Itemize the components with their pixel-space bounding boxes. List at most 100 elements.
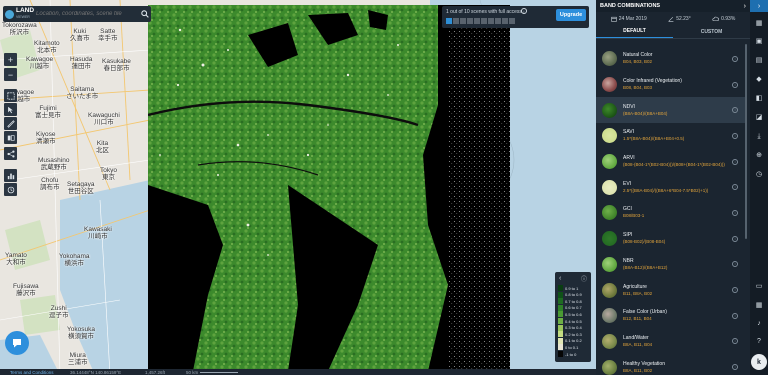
scene-dot[interactable] (488, 18, 494, 24)
terms-link[interactable]: Terms and Conditions (10, 370, 54, 375)
info-icon[interactable]: i (732, 55, 738, 62)
timer-icon[interactable]: ◷ (755, 171, 763, 179)
notification-icon[interactable]: ♪ (755, 320, 763, 328)
collapse-panel-icon[interactable]: › (744, 3, 746, 10)
info-icon[interactable]: i (732, 312, 738, 319)
band-item[interactable]: Agriculture B11, B8A, B02 i (596, 277, 746, 303)
info-icon[interactable]: i (732, 287, 738, 294)
adjust-icon[interactable]: ◧ (755, 95, 763, 103)
band-formula: (B8A-B12)/(B8A+B12) (623, 264, 668, 270)
grid-icon[interactable]: ▦ (755, 302, 763, 310)
pointer-icon[interactable] (4, 103, 17, 116)
timelapse-icon[interactable] (4, 183, 17, 196)
info-icon[interactable]: i (732, 235, 738, 242)
band-item[interactable]: Healthy Vegetation B8A, B11, B02 i (596, 354, 746, 375)
info-icon[interactable]: i (732, 261, 738, 268)
band-name: Land/Water (623, 334, 649, 341)
zoom-in-button[interactable]: + (4, 53, 17, 66)
panel-scrollbar[interactable] (745, 44, 747, 239)
logo-mark-icon (5, 9, 14, 19)
band-item[interactable]: GCI B08/B03-1 i (596, 200, 746, 226)
measure-icon[interactable] (4, 117, 17, 130)
band-item[interactable]: Color Infrared (Vegetation) B08, B04, B03… (596, 72, 746, 98)
chart-icon[interactable] (4, 169, 17, 182)
legend-info-icon[interactable]: ⓘ (581, 274, 587, 283)
download-icon[interactable]: ⤓ (755, 133, 763, 141)
city-label: Kuki 久喜市 (70, 28, 90, 42)
info-icon[interactable]: i (732, 132, 738, 139)
select-area-icon[interactable] (4, 89, 17, 102)
tab-custom[interactable]: CUSTOM (673, 25, 750, 38)
city-label: Chofu 調布市 (40, 177, 60, 191)
ndvi-legend: ‹ ⓘ 0.9 to 1 0.8 to 0.9 0.7 to 0.8 0.6 to 0… (555, 272, 591, 362)
scene-dot[interactable] (446, 18, 452, 24)
city-label: Musashino 武蔵野市 (38, 157, 70, 171)
band-item[interactable]: NDVI (B8A-B04)/(B8A+B04) i (596, 97, 746, 124)
calendar-icon[interactable]: ▣ (755, 38, 763, 46)
band-item[interactable]: Natural Color B04, B03, B02 i (596, 46, 746, 72)
info-icon[interactable]: i (732, 184, 738, 191)
map-icon[interactable]: ⊕ (755, 152, 763, 160)
map-canvas[interactable]: Tokorozawa 所沢市 Kitamoto 北本市 Kuki 久喜市 Satte 幸… (0, 0, 596, 375)
band-item[interactable]: NBR (B8A-B12)/(B8A+B12) i (596, 252, 746, 278)
scene-dot[interactable] (474, 18, 480, 24)
help-icon[interactable]: ? (755, 338, 763, 346)
info-icon[interactable]: i (732, 81, 738, 88)
scene-dot[interactable] (502, 18, 508, 24)
band-item[interactable]: EVI 2.5*((B8A-B04)/((B8A+6*B04-7.5*B02)+1… (596, 174, 746, 200)
info-icon[interactable]: i (521, 8, 527, 14)
band-name: False Color (Urban) (623, 309, 667, 316)
band-combinations-panel: BAND COMBINATIONS › 24 Mar 2019 52.23° 0… (596, 0, 750, 375)
legend-swatch (558, 344, 563, 351)
scene-dot[interactable] (481, 18, 487, 24)
image-icon[interactable]: ▤ (755, 57, 763, 65)
band-name: Agriculture (623, 283, 647, 290)
share-icon[interactable] (4, 147, 17, 160)
city-label: Tokorozawa 所沢市 (2, 22, 37, 36)
collapse-legend-icon[interactable]: ‹ (559, 275, 561, 282)
band-thumbnail (602, 128, 617, 144)
band-formula: B11, B8A, B02 (623, 290, 653, 296)
message-icon[interactable]: ▭ (755, 283, 763, 291)
scene-dot[interactable] (467, 18, 473, 24)
analysis-icon[interactable]: ◪ (755, 114, 763, 122)
app-logo[interactable]: LAND VIEWER (3, 6, 36, 22)
scene-dot[interactable] (495, 18, 501, 24)
search-icon[interactable] (139, 7, 151, 21)
band-item[interactable]: SIPI (B08-B02)/(B08-B04) i (596, 226, 746, 252)
scene-dot[interactable] (509, 18, 515, 24)
legend-label: 0.6 to 0.7 (565, 305, 582, 311)
sun-angle: 52.23° (668, 16, 691, 22)
scenes-icon[interactable]: ▦ (755, 20, 763, 28)
band-item[interactable]: ARVI (B08-(B04-1*(B02-B04)))/(B08+(B04-1*… (596, 149, 746, 175)
band-item[interactable]: Land/Water B8A, B11, B04 i (596, 329, 746, 355)
band-item[interactable]: False Color (Urban) B12, B11, B04 i (596, 303, 746, 329)
expand-icon[interactable]: › (750, 0, 768, 12)
tab-default[interactable]: DEFAULT (596, 25, 673, 38)
info-icon[interactable]: i (732, 364, 738, 371)
info-icon[interactable]: i (732, 107, 738, 114)
band-thumbnail (602, 231, 617, 247)
chat-button[interactable] (5, 331, 29, 355)
avatar[interactable]: k (751, 354, 767, 370)
scene-access-notice: 1 out of 10 scenes with full access i Up… (442, 6, 589, 28)
upgrade-button[interactable]: Upgrade (556, 9, 586, 21)
layers-icon[interactable]: ◆ (755, 76, 763, 84)
zoom-out-button[interactable]: − (4, 68, 17, 81)
scene-dot[interactable] (453, 18, 459, 24)
scene-dot[interactable] (460, 18, 466, 24)
band-item[interactable]: SAVI 1.5*(B8A-B04)/(B8A+B04+0.5) i (596, 123, 746, 149)
info-icon[interactable]: i (732, 158, 738, 165)
search-input[interactable] (36, 7, 139, 21)
legend-label: 0.3 to 0.4 (565, 325, 582, 331)
legend-label: 0.8 to 0.9 (565, 292, 582, 298)
legend-swatch (558, 351, 563, 357)
band-name: SAVI (623, 129, 635, 136)
info-icon[interactable]: i (732, 209, 738, 216)
satellite-ndvi-image (148, 5, 510, 371)
city-label: Kiyose 清瀬市 (36, 131, 56, 145)
scene-date[interactable]: 24 Mar 2019 (611, 16, 647, 22)
info-icon[interactable]: i (732, 338, 738, 345)
compare-icon[interactable] (4, 131, 17, 144)
band-tabs: DEFAULT CUSTOM (596, 25, 750, 39)
